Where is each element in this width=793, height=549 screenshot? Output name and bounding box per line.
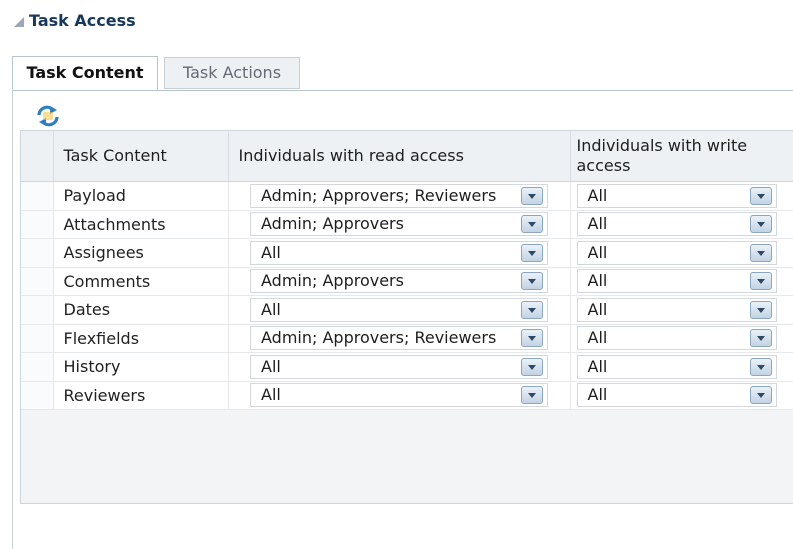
section-header[interactable]: Task Access [14, 8, 136, 32]
task-content-cell: History [53, 352, 229, 382]
read-access-select[interactable]: Admin; Approvers [250, 212, 548, 237]
row-selector[interactable] [21, 210, 54, 239]
tab-task-content[interactable]: Task Content [12, 56, 158, 90]
write-access-cell: All [570, 181, 793, 211]
read-access-cell: All [228, 295, 571, 325]
dropdown-arrow-icon[interactable] [521, 272, 543, 291]
write-access-cell: All [570, 295, 793, 325]
write-access-select[interactable]: All [576, 297, 777, 322]
table-row[interactable]: Reviewers All All [21, 381, 793, 410]
refresh-icon [37, 105, 59, 127]
read-access-select[interactable]: Admin; Approvers; Reviewers [250, 183, 548, 208]
table-row[interactable]: History All All [21, 352, 793, 382]
task-content-table: Task Content Individuals with read acces… [20, 130, 793, 504]
dropdown-arrow-icon[interactable] [521, 357, 543, 376]
collapse-triangle-icon[interactable] [14, 17, 24, 27]
column-header-write-access[interactable]: Individuals with write access [570, 131, 793, 182]
section-title: Task Access [29, 10, 136, 30]
read-access-select[interactable]: All [250, 383, 548, 408]
row-selector[interactable] [21, 238, 54, 268]
dropdown-arrow-icon[interactable] [749, 300, 772, 319]
table-row[interactable]: Dates All All [21, 295, 793, 325]
write-access-cell: All [570, 324, 793, 353]
table-header-row: Task Content Individuals with read acces… [21, 131, 793, 182]
dropdown-arrow-icon[interactable] [749, 357, 772, 376]
dropdown-arrow-icon[interactable] [521, 243, 543, 262]
table-row[interactable]: Comments Admin; Approvers All [21, 267, 793, 296]
refresh-button[interactable] [35, 104, 61, 128]
read-access-cell: All [228, 238, 571, 268]
tab-task-actions[interactable]: Task Actions [164, 57, 300, 89]
dropdown-arrow-icon[interactable] [521, 386, 543, 405]
dropdown-arrow-icon[interactable] [521, 215, 543, 234]
write-access-select[interactable]: All [576, 212, 777, 237]
write-access-select[interactable]: All [576, 383, 777, 408]
dropdown-arrow-icon[interactable] [749, 215, 772, 234]
dropdown-arrow-icon[interactable] [521, 186, 543, 205]
table-row[interactable]: Flexfields Admin; Approvers; Reviewers A… [21, 324, 793, 353]
write-access-cell: All [570, 381, 793, 410]
write-access-select[interactable]: All [576, 183, 777, 208]
read-access-cell: Admin; Approvers [228, 210, 571, 239]
dropdown-arrow-icon[interactable] [521, 329, 543, 348]
read-access-select[interactable]: All [250, 297, 548, 322]
read-access-select[interactable]: Admin; Approvers; Reviewers [250, 326, 548, 351]
dropdown-arrow-icon[interactable] [749, 243, 772, 262]
dropdown-arrow-icon[interactable] [749, 186, 772, 205]
table-row[interactable]: Assignees All All [21, 238, 793, 268]
tab-bar: Task Content Task Actions [12, 56, 793, 91]
read-access-select[interactable]: All [250, 354, 548, 379]
table-row[interactable]: Payload Admin; Approvers; Reviewers All [21, 181, 793, 211]
read-access-cell: Admin; Approvers; Reviewers [228, 324, 571, 353]
read-access-cell: Admin; Approvers; Reviewers [228, 181, 571, 211]
task-content-cell: Payload [53, 181, 229, 211]
task-content-cell: Assignees [53, 238, 229, 268]
write-access-select[interactable]: All [576, 240, 777, 265]
row-selector[interactable] [21, 295, 54, 325]
write-access-select[interactable]: All [576, 354, 777, 379]
write-access-cell: All [570, 352, 793, 382]
read-access-cell: Admin; Approvers [228, 267, 571, 296]
write-access-cell: All [570, 210, 793, 239]
column-header-read-access[interactable]: Individuals with read access [228, 131, 571, 182]
dropdown-arrow-icon[interactable] [749, 272, 772, 291]
task-content-cell: Attachments [53, 210, 229, 239]
task-content-cell: Dates [53, 295, 229, 325]
write-access-select[interactable]: All [576, 326, 777, 351]
write-access-cell: All [570, 238, 793, 268]
column-header-task-content[interactable]: Task Content [53, 131, 229, 182]
row-selector[interactable] [21, 352, 54, 382]
task-content-cell: Flexfields [53, 324, 229, 353]
table-row[interactable]: Attachments Admin; Approvers All [21, 210, 793, 239]
row-selector-header [21, 131, 54, 182]
row-selector[interactable] [21, 267, 54, 296]
write-access-cell: All [570, 267, 793, 296]
write-access-select[interactable]: All [576, 269, 777, 294]
row-selector[interactable] [21, 181, 54, 211]
read-access-cell: All [228, 381, 571, 410]
row-selector[interactable] [21, 381, 54, 410]
tab-panel: Task Content Individuals with read acces… [12, 90, 793, 549]
task-content-cell: Comments [53, 267, 229, 296]
read-access-select[interactable]: All [250, 240, 548, 265]
dropdown-arrow-icon[interactable] [749, 386, 772, 405]
read-access-select[interactable]: Admin; Approvers [250, 269, 548, 294]
row-selector[interactable] [21, 324, 54, 353]
dropdown-arrow-icon[interactable] [521, 300, 543, 319]
read-access-cell: All [228, 352, 571, 382]
dropdown-arrow-icon[interactable] [749, 329, 772, 348]
task-content-cell: Reviewers [53, 381, 229, 410]
